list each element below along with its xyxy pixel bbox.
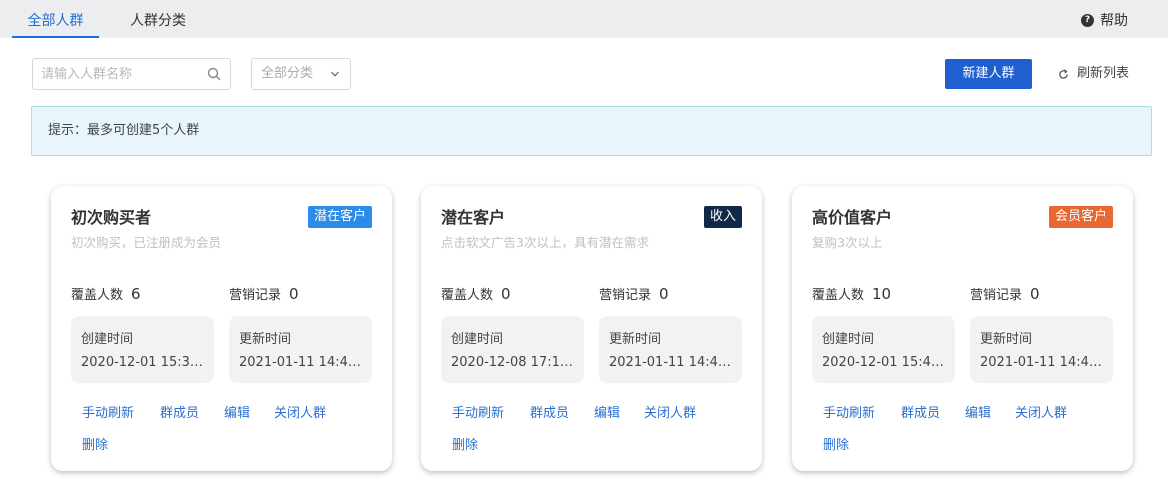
close-group-link[interactable]: 关闭人群 [644,402,696,421]
category-select-value: 全部分类 [261,66,314,81]
created-label: 创建时间 [822,332,875,347]
category-badge: 收入 [703,206,742,228]
refresh-list-button[interactable]: 刷新列表 [1058,59,1129,89]
coverage-label: 覆盖人数 [812,288,865,303]
coverage-stat: 覆盖人数 10 [812,284,891,303]
chevron-down-icon [331,71,339,77]
coverage-value: 6 [131,285,141,303]
created-time-box: 创建时间 2020-12-01 15:42... [812,316,955,383]
question-circle-icon: ? [1081,13,1094,27]
coverage-value: 10 [872,285,892,303]
records-label: 营销记录 [970,288,1023,303]
updated-label: 更新时间 [609,332,662,347]
card-title: 高价值客户 [812,208,893,227]
records-value: 0 [1030,285,1040,303]
group-card: 潜在客户 点击软文广告3次以上，具有潜在需求 收入 覆盖人数 0 营销记录 0 创建… [421,186,762,471]
manual-refresh-link[interactable]: 手动刷新 [823,402,875,421]
card-title: 潜在客户 [441,208,506,227]
category-badge: 会员客户 [1048,206,1113,228]
created-time-box: 创建时间 2020-12-08 17:19... [441,316,584,383]
updated-time-box: 更新时间 2021-01-11 14:42... [229,316,372,383]
edit-link[interactable]: 编辑 [594,402,620,421]
refresh-icon [1059,68,1068,79]
manual-refresh-link[interactable]: 手动刷新 [82,402,134,421]
created-time-box: 创建时间 2020-12-01 15:32... [71,316,214,383]
tip-banner: 提示：最多可创建5个人群 [31,106,1152,156]
search-input[interactable] [33,59,198,89]
created-label: 创建时间 [451,332,504,347]
created-value: 2020-12-08 17:19... [451,355,579,370]
records-value: 0 [289,285,299,303]
tab-all-groups[interactable]: 全部人群 [12,0,99,38]
records-label: 营销记录 [229,288,282,303]
created-label: 创建时间 [81,332,134,347]
edit-link[interactable]: 编辑 [224,402,250,421]
refresh-label: 刷新列表 [1077,66,1130,81]
delete-link[interactable]: 删除 [452,434,478,453]
group-members-link[interactable]: 群成员 [530,402,569,421]
updated-label: 更新时间 [980,332,1033,347]
records-stat: 营销记录 0 [229,284,299,303]
coverage-stat: 覆盖人数 0 [441,284,511,303]
coverage-label: 覆盖人数 [441,288,494,303]
card-description: 初次购买，已注册成为会员 [71,235,222,250]
card-title: 初次购买者 [71,208,152,227]
group-card: 初次购买者 初次购买，已注册成为会员 潜在客户 覆盖人数 6 营销记录 0 创建时间… [51,186,392,471]
search-icon[interactable] [207,67,221,81]
records-label: 营销记录 [599,288,652,303]
main-content: 全部分类 新建人群 刷新列表 提示：最多可创建5个人群 初次购买者 初次购买，已… [12,38,1168,481]
close-group-link[interactable]: 关闭人群 [1015,402,1067,421]
updated-time-box: 更新时间 2021-01-11 14:41... [599,316,742,383]
updated-value: 2021-01-11 14:42... [239,355,367,370]
help-label: 帮助 [1100,13,1128,29]
updated-time-box: 更新时间 2021-01-11 14:42... [970,316,1113,383]
close-group-link[interactable]: 关闭人群 [274,402,326,421]
top-tab-bar: 全部人群 人群分类 ? 帮助 [0,0,1168,38]
category-select[interactable]: 全部分类 [251,58,351,90]
delete-link[interactable]: 删除 [82,434,108,453]
group-members-link[interactable]: 群成员 [901,402,940,421]
search-box [32,58,231,90]
records-stat: 营销记录 0 [970,284,1040,303]
new-group-button[interactable]: 新建人群 [945,59,1032,89]
group-members-link[interactable]: 群成员 [160,402,199,421]
created-value: 2020-12-01 15:32... [81,355,209,370]
tab-group-categories[interactable]: 人群分类 [120,0,196,38]
manual-refresh-link[interactable]: 手动刷新 [452,402,504,421]
group-card: 高价值客户 复购3次以上 会员客户 覆盖人数 10 营销记录 0 创建时间 2020… [792,186,1133,471]
coverage-stat: 覆盖人数 6 [71,284,141,303]
card-description: 复购3次以上 [812,235,883,250]
edit-link[interactable]: 编辑 [965,402,991,421]
coverage-value: 0 [501,285,511,303]
coverage-label: 覆盖人数 [71,288,124,303]
records-stat: 营销记录 0 [599,284,669,303]
delete-link[interactable]: 删除 [823,434,849,453]
updated-value: 2021-01-11 14:41... [609,355,737,370]
updated-value: 2021-01-11 14:42... [980,355,1108,370]
updated-label: 更新时间 [239,332,292,347]
card-description: 点击软文广告3次以上，具有潜在需求 [441,235,649,250]
records-value: 0 [659,285,669,303]
created-value: 2020-12-01 15:42... [822,355,950,370]
help-link[interactable]: ? 帮助 [1081,10,1128,30]
category-badge: 潜在客户 [307,206,372,228]
